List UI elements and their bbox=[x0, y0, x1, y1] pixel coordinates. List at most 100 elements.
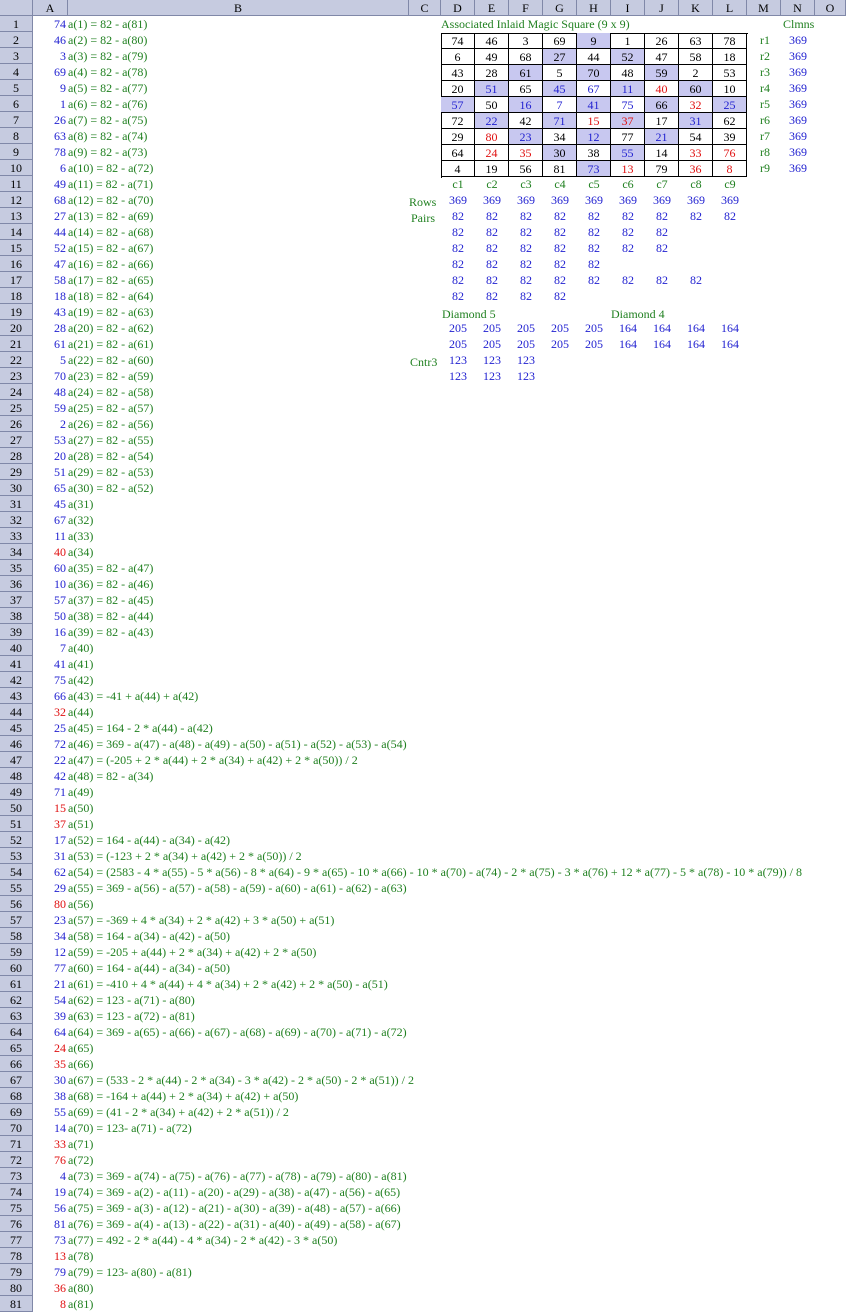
cell-a54[interactable]: 62 bbox=[34, 864, 66, 880]
square-cell[interactable]: 48 bbox=[611, 65, 645, 81]
cell-b2[interactable]: a(2) = 82 - a(80) bbox=[68, 32, 147, 48]
cell-b81[interactable]: a(81) bbox=[68, 1296, 93, 1312]
row-header-74[interactable]: 74 bbox=[0, 1184, 33, 1200]
square-cell[interactable]: 35 bbox=[509, 145, 543, 161]
cell-b70[interactable]: a(70) = 123- a(71) - a(72) bbox=[68, 1120, 192, 1136]
cell-b8[interactable]: a(8) = 82 - a(74) bbox=[68, 128, 147, 144]
cell-b46[interactable]: a(46) = 369 - a(47) - a(48) - a(49) - a(… bbox=[68, 736, 407, 752]
cell-a59[interactable]: 12 bbox=[34, 944, 66, 960]
cell-a79[interactable]: 79 bbox=[34, 1264, 66, 1280]
cell-a35[interactable]: 60 bbox=[34, 560, 66, 576]
cell-b51[interactable]: a(51) bbox=[68, 816, 93, 832]
square-cell[interactable]: 36 bbox=[679, 161, 713, 177]
square-cell[interactable]: 49 bbox=[475, 49, 509, 65]
row-header-41[interactable]: 41 bbox=[0, 656, 33, 672]
row-header-72[interactable]: 72 bbox=[0, 1152, 33, 1168]
cell-a63[interactable]: 39 bbox=[34, 1008, 66, 1024]
cell-b73[interactable]: a(73) = 369 - a(74) - a(75) - a(76) - a(… bbox=[68, 1168, 407, 1184]
cell-a10[interactable]: 6 bbox=[34, 160, 66, 176]
row-header-39[interactable]: 39 bbox=[0, 624, 33, 640]
cell-b65[interactable]: a(65) bbox=[68, 1040, 93, 1056]
row-header-65[interactable]: 65 bbox=[0, 1040, 33, 1056]
cell-a43[interactable]: 66 bbox=[34, 688, 66, 704]
cell-b34[interactable]: a(34) bbox=[68, 544, 93, 560]
square-cell[interactable]: 19 bbox=[475, 161, 509, 177]
cell-a25[interactable]: 59 bbox=[34, 400, 66, 416]
cell-b57[interactable]: a(57) = -369 + 4 * a(34) + 2 * a(42) + 3… bbox=[68, 912, 334, 928]
row-header-31[interactable]: 31 bbox=[0, 496, 33, 512]
cell-b14[interactable]: a(14) = 82 - a(68) bbox=[68, 224, 153, 240]
square-cell[interactable]: 34 bbox=[543, 129, 577, 145]
row-header-73[interactable]: 73 bbox=[0, 1168, 33, 1184]
cell-a67[interactable]: 30 bbox=[34, 1072, 66, 1088]
square-cell[interactable]: 59 bbox=[645, 65, 679, 81]
cell-a27[interactable]: 53 bbox=[34, 432, 66, 448]
row-header-47[interactable]: 47 bbox=[0, 752, 33, 768]
cell-b61[interactable]: a(61) = -410 + 4 * a(44) + 4 * a(34) + 2… bbox=[68, 976, 388, 992]
row-header-61[interactable]: 61 bbox=[0, 976, 33, 992]
column-header-d[interactable]: D bbox=[441, 0, 475, 16]
row-header-75[interactable]: 75 bbox=[0, 1200, 33, 1216]
cell-a26[interactable]: 2 bbox=[34, 416, 66, 432]
square-cell[interactable]: 32 bbox=[679, 97, 713, 113]
column-header-i[interactable]: I bbox=[611, 0, 645, 16]
row-header-58[interactable]: 58 bbox=[0, 928, 33, 944]
cell-b6[interactable]: a(6) = 82 - a(76) bbox=[68, 96, 147, 112]
cell-a30[interactable]: 65 bbox=[34, 480, 66, 496]
cell-b49[interactable]: a(49) bbox=[68, 784, 93, 800]
cell-a70[interactable]: 14 bbox=[34, 1120, 66, 1136]
cell-b26[interactable]: a(26) = 82 - a(56) bbox=[68, 416, 153, 432]
row-header-27[interactable]: 27 bbox=[0, 432, 33, 448]
cell-b9[interactable]: a(9) = 82 - a(73) bbox=[68, 144, 147, 160]
row-header-19[interactable]: 19 bbox=[0, 304, 33, 320]
cell-a46[interactable]: 72 bbox=[34, 736, 66, 752]
cell-b22[interactable]: a(22) = 82 - a(60) bbox=[68, 352, 153, 368]
column-header-o[interactable]: O bbox=[815, 0, 846, 16]
row-header-24[interactable]: 24 bbox=[0, 384, 33, 400]
row-header-55[interactable]: 55 bbox=[0, 880, 33, 896]
cell-b1[interactable]: a(1) = 82 - a(81) bbox=[68, 16, 147, 32]
cell-a45[interactable]: 25 bbox=[34, 720, 66, 736]
cell-a5[interactable]: 9 bbox=[34, 80, 66, 96]
row-header-50[interactable]: 50 bbox=[0, 800, 33, 816]
cell-a32[interactable]: 67 bbox=[34, 512, 66, 528]
cell-a48[interactable]: 42 bbox=[34, 768, 66, 784]
row-header-67[interactable]: 67 bbox=[0, 1072, 33, 1088]
cell-b74[interactable]: a(74) = 369 - a(2) - a(11) - a(20) - a(2… bbox=[68, 1184, 400, 1200]
cell-b35[interactable]: a(35) = 82 - a(47) bbox=[68, 560, 153, 576]
square-cell[interactable]: 23 bbox=[509, 129, 543, 145]
column-header-c[interactable]: C bbox=[409, 0, 441, 16]
square-cell[interactable]: 40 bbox=[645, 81, 679, 97]
square-cell[interactable]: 66 bbox=[645, 97, 679, 113]
square-cell[interactable]: 64 bbox=[441, 145, 475, 161]
cell-b33[interactable]: a(33) bbox=[68, 528, 93, 544]
row-header-13[interactable]: 13 bbox=[0, 208, 33, 224]
cell-a19[interactable]: 43 bbox=[34, 304, 66, 320]
cell-a81[interactable]: 8 bbox=[34, 1296, 66, 1312]
square-cell[interactable]: 22 bbox=[475, 113, 509, 129]
square-cell[interactable]: 10 bbox=[713, 81, 747, 97]
square-cell[interactable]: 41 bbox=[577, 97, 611, 113]
column-header-b[interactable]: B bbox=[68, 0, 409, 16]
cell-b11[interactable]: a(11) = 82 - a(71) bbox=[68, 176, 153, 192]
square-cell[interactable]: 51 bbox=[475, 81, 509, 97]
cell-a66[interactable]: 35 bbox=[34, 1056, 66, 1072]
cell-a23[interactable]: 70 bbox=[34, 368, 66, 384]
cell-a22[interactable]: 5 bbox=[34, 352, 66, 368]
cell-b79[interactable]: a(79) = 123- a(80) - a(81) bbox=[68, 1264, 192, 1280]
cell-a50[interactable]: 15 bbox=[34, 800, 66, 816]
row-header-38[interactable]: 38 bbox=[0, 608, 33, 624]
cell-b36[interactable]: a(36) = 82 - a(46) bbox=[68, 576, 153, 592]
square-cell[interactable]: 52 bbox=[611, 49, 645, 65]
square-cell[interactable]: 81 bbox=[543, 161, 577, 177]
square-cell[interactable]: 18 bbox=[713, 49, 747, 65]
cell-a37[interactable]: 57 bbox=[34, 592, 66, 608]
cell-b77[interactable]: a(77) = 492 - 2 * a(44) - 4 * a(34) - 2 … bbox=[68, 1232, 337, 1248]
square-cell[interactable]: 67 bbox=[577, 81, 611, 97]
square-cell[interactable]: 28 bbox=[475, 65, 509, 81]
cell-a40[interactable]: 7 bbox=[34, 640, 66, 656]
row-header-56[interactable]: 56 bbox=[0, 896, 33, 912]
cell-b42[interactable]: a(42) bbox=[68, 672, 93, 688]
cell-b28[interactable]: a(28) = 82 - a(54) bbox=[68, 448, 153, 464]
cell-a12[interactable]: 68 bbox=[34, 192, 66, 208]
